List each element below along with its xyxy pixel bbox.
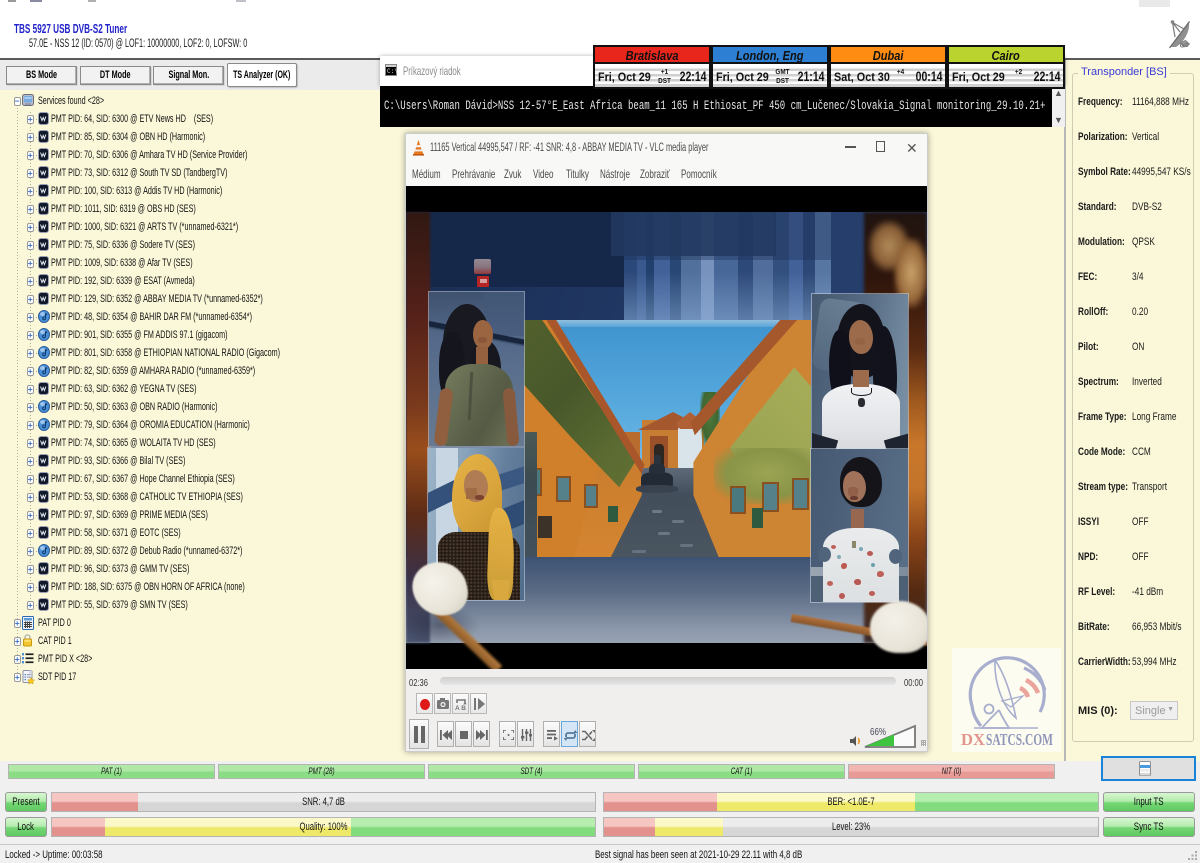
svg-text:DX: DX: [961, 730, 985, 749]
svg-text:A B: A B: [455, 705, 466, 711]
svg-text:SATCS.COM: SATCS.COM: [986, 730, 1053, 749]
